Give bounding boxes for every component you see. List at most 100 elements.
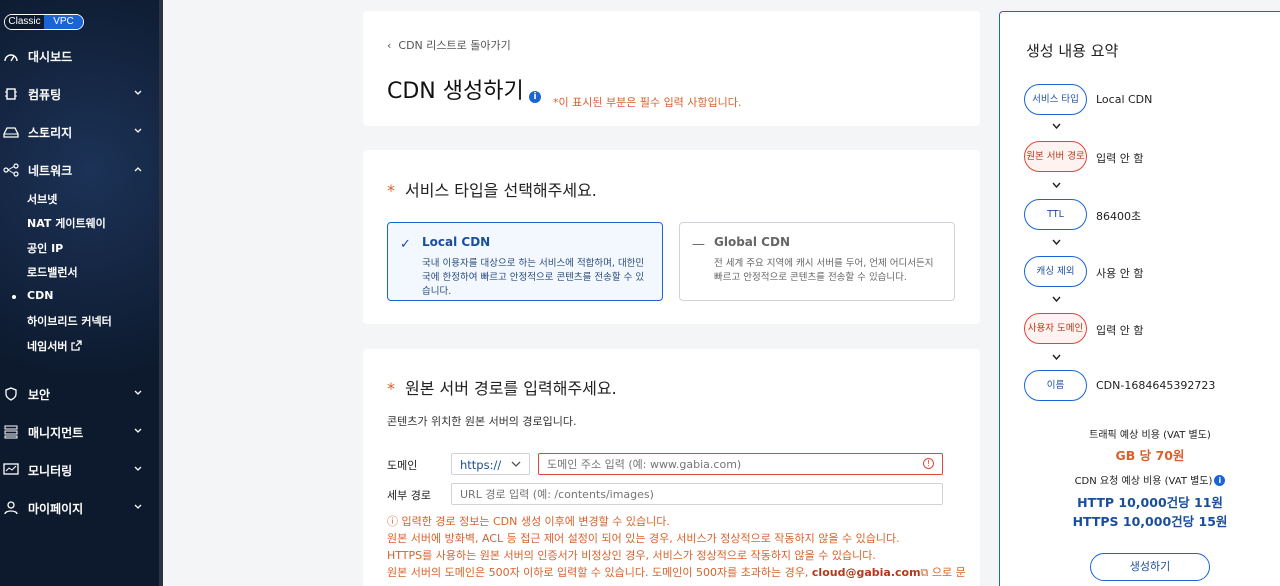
- toggle-classic[interactable]: Classic: [5, 15, 44, 29]
- option-global-cdn[interactable]: — Global CDN 전 세계 주요 지역에 캐시 서버를 두어, 언제 어…: [679, 222, 955, 301]
- sidebar-subitem-subnet[interactable]: 서브넷: [27, 191, 57, 207]
- sidebar-item-mypage[interactable]: 마이페이지: [0, 496, 159, 520]
- sidebar-scrollbar[interactable]: [159, 0, 163, 586]
- warning-item: 원본 서버에 방화벽, ACL 등 접근 제어 설정이 되어 있는 경우, 서비…: [387, 532, 900, 545]
- section-description: 콘텐츠가 위치한 원본 서버의 경로입니다.: [387, 415, 577, 428]
- summary-step-user-domain[interactable]: 사용자 도메인: [1024, 313, 1087, 344]
- service-type-card: * 서비스 타입을 선택해주세요. ✓ Local CDN 국내 이용자를 대상으…: [363, 150, 980, 324]
- chevron-down-icon: [134, 128, 142, 133]
- required-mark: *: [387, 379, 395, 398]
- sidebar-item-security[interactable]: 보안: [0, 382, 159, 406]
- alert-icon: ⓘ: [387, 515, 398, 528]
- warning-item: HTTPS를 사용하는 원본 서버의 인증서가 비정상인 경우, 서비스가 정상…: [387, 549, 876, 562]
- sidebar-label: 네임서버: [27, 340, 68, 353]
- path-label: 세부 경로: [387, 489, 431, 502]
- sidebar-label: 스토리지: [28, 126, 73, 140]
- section-title: * 서비스 타입을 선택해주세요.: [387, 177, 597, 201]
- chevron-down-icon: [134, 390, 142, 395]
- sidebar-subitem-public-ip[interactable]: 공인 IP: [27, 240, 63, 256]
- chevron-down-icon: [1052, 296, 1061, 302]
- domain-label: 도메인: [387, 459, 418, 472]
- chevron-down-icon: [1052, 239, 1061, 245]
- warning-list: ⓘ 입력한 경로 정보는 CDN 생성 이후에 변경할 수 있습니다. 원본 서…: [387, 513, 967, 581]
- monitor-icon: [3, 463, 19, 475]
- domain-input[interactable]: [538, 453, 943, 475]
- chevron-left-icon: ‹: [387, 39, 392, 52]
- summary-value: 입력 안 함: [1096, 324, 1144, 337]
- chevron-up-icon: [134, 167, 142, 172]
- warning-item: ⓘ 입력한 경로 정보는 CDN 생성 이후에 변경할 수 있습니다.: [387, 515, 670, 528]
- protocol-value: https://: [460, 458, 502, 472]
- support-email-link[interactable]: cloud@gabia.com: [812, 566, 921, 579]
- option-title: Local CDN: [422, 235, 491, 249]
- user-icon: [4, 501, 18, 515]
- option-title: Global CDN: [714, 235, 790, 249]
- chevron-down-icon: [134, 428, 142, 433]
- summary-title: 생성 내용 요약: [1026, 42, 1119, 60]
- sidebar-subitem-hybrid-connector[interactable]: 하이브리드 커넥터: [27, 313, 112, 329]
- http-cost-value: HTTP 10,000건당 11원: [1077, 495, 1223, 510]
- required-note: *이 표시된 부분은 필수 입력 사항입니다.: [553, 96, 742, 109]
- error-icon: !: [923, 458, 934, 469]
- sidebar-pagination[interactable]: [128, 580, 149, 586]
- header-card: ‹ CDN 리스트로 돌아가기 CDN 생성하기 i *이 표시된 부분은 필수…: [363, 11, 980, 126]
- option-description: 국내 이용자를 대상으로 하는 서비스에 적합하며, 대한민국에 한정하여 빠르…: [422, 258, 645, 297]
- chip-icon: [5, 88, 17, 100]
- external-link-icon: [71, 340, 82, 351]
- chevron-down-icon: [1052, 354, 1061, 360]
- sidebar-item-management[interactable]: 매니지먼트: [0, 420, 159, 444]
- sidebar-item-computing[interactable]: 컴퓨팅: [0, 82, 159, 106]
- sidebar: Classic VPC 대시보드 컴퓨팅 스토리지 네트워크 서브넷 NAT 게…: [0, 0, 163, 586]
- protocol-select[interactable]: https://: [451, 453, 530, 475]
- section-title: * 원본 서버 경로를 입력해주세요.: [387, 375, 617, 399]
- info-icon[interactable]: i: [529, 91, 541, 103]
- summary-step-cache-exclude[interactable]: 캐싱 제외: [1024, 256, 1087, 287]
- back-link[interactable]: ‹ CDN 리스트로 돌아가기: [387, 37, 511, 53]
- request-cost-label: CDN 요청 예상 비용 (VAT 별도) i: [1000, 472, 1280, 487]
- chevron-down-icon: [1052, 123, 1061, 129]
- sidebar-subitem-load-balancer[interactable]: 로드밸런서: [27, 264, 78, 280]
- path-input[interactable]: [451, 483, 943, 505]
- storage-icon: [3, 127, 19, 138]
- sidebar-label: 마이페이지: [28, 502, 84, 516]
- page-title: CDN 생성하기: [387, 79, 524, 104]
- toggle-vpc[interactable]: VPC: [44, 15, 83, 29]
- summary-panel: 생성 내용 요약 서비스 타입 Local CDN 원본 서버 경로 입력 안 …: [999, 11, 1280, 586]
- active-indicator-dot: [12, 295, 16, 299]
- dashboard-icon: [4, 54, 18, 62]
- sidebar-subitem-cdn[interactable]: CDN: [27, 289, 53, 302]
- sidebar-item-network[interactable]: 네트워크: [0, 158, 159, 182]
- sidebar-item-storage[interactable]: 스토리지: [0, 120, 159, 144]
- section-title-text: 서비스 타입을 선택해주세요.: [405, 181, 597, 200]
- summary-step-name[interactable]: 이름: [1024, 370, 1087, 401]
- summary-value: Local CDN: [1096, 93, 1153, 106]
- sidebar-subitem-nat-gateway[interactable]: NAT 게이트웨이: [27, 215, 106, 231]
- copy-icon[interactable]: ⧉: [921, 566, 929, 579]
- summary-value: 86400초: [1096, 210, 1142, 223]
- sidebar-item-dashboard[interactable]: 대시보드: [0, 44, 159, 68]
- network-icon: [3, 163, 19, 177]
- chevron-down-icon: [1052, 182, 1061, 188]
- check-icon: ✓: [400, 237, 411, 252]
- create-button[interactable]: 생성하기: [1090, 553, 1210, 581]
- option-local-cdn[interactable]: ✓ Local CDN 국내 이용자를 대상으로 하는 서비스에 적합하며, 대…: [387, 222, 663, 301]
- required-mark: *: [387, 181, 395, 200]
- sidebar-label: 네트워크: [28, 164, 73, 178]
- dash-icon: —: [692, 237, 705, 252]
- https-cost-value: HTTPS 10,000건당 15원: [1072, 514, 1228, 529]
- sidebar-label: 매니지먼트: [28, 426, 84, 440]
- network-type-toggle[interactable]: Classic VPC: [4, 14, 84, 30]
- summary-value: CDN-1684645392723: [1096, 379, 1216, 392]
- sidebar-subitem-nameserver[interactable]: 네임서버: [27, 338, 82, 354]
- sidebar-label: 대시보드: [28, 50, 73, 64]
- summary-step-service-type[interactable]: 서비스 타입: [1024, 84, 1087, 115]
- summary-step-origin-path[interactable]: 원본 서버 경로: [1024, 141, 1087, 172]
- traffic-cost-label: 트래픽 예상 비용 (VAT 별도): [1089, 430, 1211, 441]
- chevron-down-icon: [134, 466, 142, 471]
- info-icon[interactable]: i: [1214, 475, 1226, 486]
- shield-icon: [5, 387, 17, 401]
- summary-step-ttl[interactable]: TTL: [1024, 199, 1087, 230]
- sidebar-item-monitoring[interactable]: 모니터링: [0, 458, 159, 482]
- sidebar-label: 모니터링: [28, 464, 73, 478]
- origin-card: * 원본 서버 경로를 입력해주세요. 콘텐츠가 위치한 원본 서버의 경로입니다…: [363, 349, 980, 586]
